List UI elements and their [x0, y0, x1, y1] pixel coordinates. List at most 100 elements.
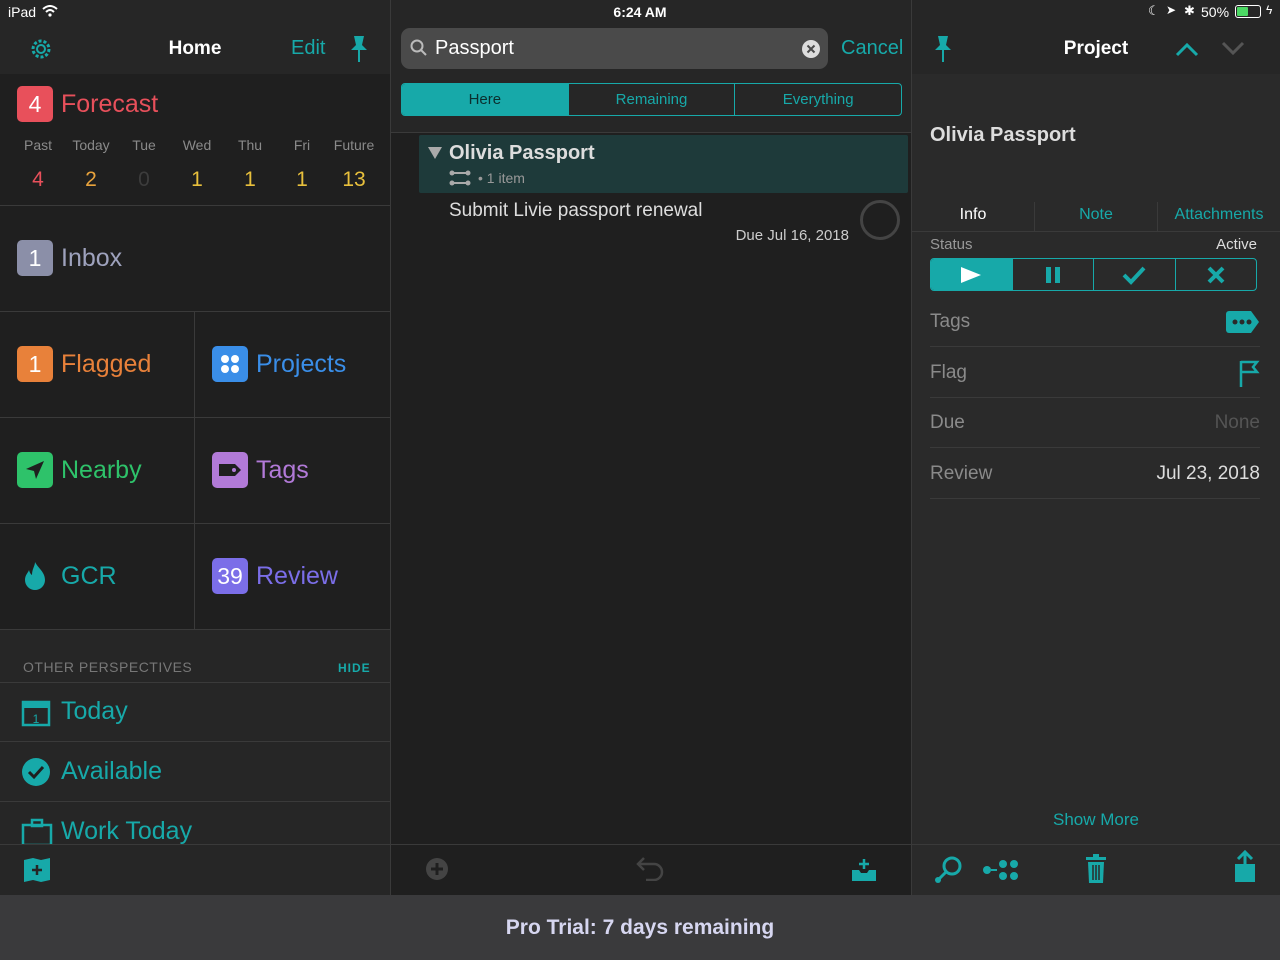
forecast-day-name: Wed	[182, 137, 212, 153]
share-icon[interactable]	[1233, 850, 1257, 884]
inbox-badge: 1	[17, 240, 53, 276]
trial-banner[interactable]: Pro Trial: 7 days remaining	[0, 895, 1280, 960]
grid-divider	[194, 312, 195, 629]
show-more-button[interactable]: Show More	[912, 810, 1280, 830]
search-field[interactable]: Passport	[401, 28, 828, 69]
tags-row[interactable]: Tags	[930, 297, 1260, 347]
battery-percent: 50%	[1201, 4, 1230, 20]
add-item-icon[interactable]	[425, 857, 449, 881]
inbox-add-icon[interactable]	[850, 857, 878, 883]
status-active-button[interactable]	[931, 259, 1013, 290]
status-completed-button[interactable]	[1094, 259, 1176, 290]
inspector-pane: Project Olivia Passport Info Note Attach…	[912, 24, 1280, 895]
pin-icon[interactable]	[349, 34, 369, 64]
inbox-tile[interactable]: 1 Inbox	[0, 206, 390, 311]
flag-row[interactable]: Flag	[930, 348, 1260, 398]
due-row[interactable]: Due None	[930, 398, 1260, 448]
home-sidebar: Home Edit 4 Forecast Past 4 Today 2 Tue 0 Wed 1…	[0, 24, 390, 895]
undo-icon[interactable]	[635, 855, 667, 881]
flagged-label: Flagged	[61, 349, 152, 378]
bluetooth-icon: ✱	[1184, 3, 1195, 18]
inspector-tabs: Info Note Attachments	[912, 202, 1280, 232]
forecast-day-count[interactable]: 2	[65, 168, 117, 192]
perspective-today[interactable]: 1 Today	[0, 683, 390, 741]
cancel-button[interactable]: Cancel	[841, 37, 903, 60]
forecast-tile[interactable]: 4 Forecast Past 4 Today 2 Tue 0 Wed 1 Thu 1 Fri 1 Fu…	[0, 74, 390, 205]
scope-everything[interactable]: Everything	[735, 84, 901, 115]
disclosure-triangle-icon[interactable]	[428, 147, 442, 159]
task-checkbox[interactable]	[860, 200, 900, 240]
forecast-day-count[interactable]: 1	[224, 168, 276, 192]
clock: 6:24 AM	[613, 4, 667, 20]
forecast-day-name: Past	[23, 137, 52, 153]
status-bar: iPad 6:24 AM ☾ ➤ ✱ 50% ϟ	[0, 0, 1280, 24]
nearby-tile[interactable]: Nearby	[0, 418, 194, 523]
forecast-day-count[interactable]: 1	[276, 168, 328, 192]
gcr-tile[interactable]: GCR	[0, 524, 194, 629]
forecast-label: Forecast	[61, 89, 159, 118]
project-name[interactable]: Olivia Passport	[930, 124, 1076, 147]
search-input[interactable]: Passport	[435, 37, 514, 60]
sidebar-title: Home	[168, 38, 222, 59]
x-icon	[1207, 266, 1225, 283]
project-row[interactable]: Olivia Passport • 1 item	[419, 135, 908, 193]
gcr-label: GCR	[61, 561, 117, 590]
pause-icon	[1045, 266, 1060, 283]
due-row-label: Due	[930, 411, 965, 433]
other-perspectives-heading: OTHER PERSPECTIVES	[23, 659, 193, 675]
forecast-day-count[interactable]: 0	[118, 168, 170, 192]
perspective-work-today[interactable]: Work Today	[0, 802, 390, 844]
hide-button[interactable]: HIDE	[338, 661, 371, 675]
tags-tile[interactable]: Tags	[195, 418, 390, 523]
task-due: Due Jul 16, 2018	[735, 227, 849, 244]
task-row[interactable]: Submit Livie passport renewal Due Jul 16…	[419, 194, 908, 250]
forecast-day-count[interactable]: 13	[328, 168, 380, 192]
tab-note[interactable]: Note	[1035, 206, 1157, 224]
clear-search-icon[interactable]	[802, 40, 820, 58]
flame-icon	[17, 558, 53, 594]
nearby-label: Nearby	[61, 455, 142, 484]
add-perspective-icon[interactable]	[22, 856, 52, 884]
inbox-label: Inbox	[61, 243, 123, 272]
checkmark-circle-icon	[22, 758, 50, 786]
trash-icon[interactable]	[1085, 854, 1107, 884]
projects-tile[interactable]: Projects	[195, 312, 390, 417]
review-tile[interactable]: 39 Review	[195, 524, 390, 629]
review-badge: 39	[212, 558, 248, 594]
status-dropped-button[interactable]	[1176, 259, 1257, 290]
calendar-icon: 1	[21, 700, 51, 727]
sequential-project-icon	[449, 170, 471, 186]
tags-label: Tags	[256, 455, 309, 484]
tag-icon[interactable]	[1224, 310, 1260, 334]
tab-info[interactable]: Info	[912, 206, 1034, 224]
scope-segmented-control: Here Remaining Everything	[401, 83, 902, 116]
status-on-hold-button[interactable]	[1013, 259, 1094, 290]
review-row-label: Review	[930, 462, 993, 484]
flag-icon[interactable]	[1238, 359, 1260, 387]
forecast-day-name: Future	[333, 137, 375, 153]
move-icon[interactable]	[933, 854, 965, 886]
review-label: Review	[256, 561, 338, 590]
search-pane: Passport Cancel Here Remaining Everythin…	[391, 24, 911, 895]
project-meta: • 1 item	[478, 170, 525, 186]
scope-here[interactable]: Here	[402, 84, 569, 115]
chevron-down-icon[interactable]	[1221, 41, 1245, 57]
reorganize-icon[interactable]	[982, 858, 1024, 882]
tab-attachments[interactable]: Attachments	[1158, 206, 1280, 224]
today-label: Today	[61, 697, 128, 725]
pin-icon[interactable]	[933, 34, 953, 64]
task-title: Submit Livie passport renewal	[449, 200, 703, 221]
perspective-available[interactable]: Available	[0, 742, 390, 801]
flag-row-label: Flag	[930, 361, 967, 383]
search-icon	[410, 39, 427, 56]
edit-button[interactable]: Edit	[291, 37, 325, 60]
forecast-day-count[interactable]: 1	[171, 168, 223, 192]
flagged-tile[interactable]: 1 Flagged	[0, 312, 194, 417]
scope-remaining[interactable]: Remaining	[569, 84, 736, 115]
play-icon	[961, 266, 982, 283]
chevron-up-icon[interactable]	[1175, 41, 1199, 57]
forecast-day-name: Thu	[237, 137, 263, 153]
location-icon: ➤	[1166, 3, 1177, 17]
review-row[interactable]: Review Jul 23, 2018	[930, 449, 1260, 499]
forecast-day-count[interactable]: 4	[12, 168, 64, 192]
